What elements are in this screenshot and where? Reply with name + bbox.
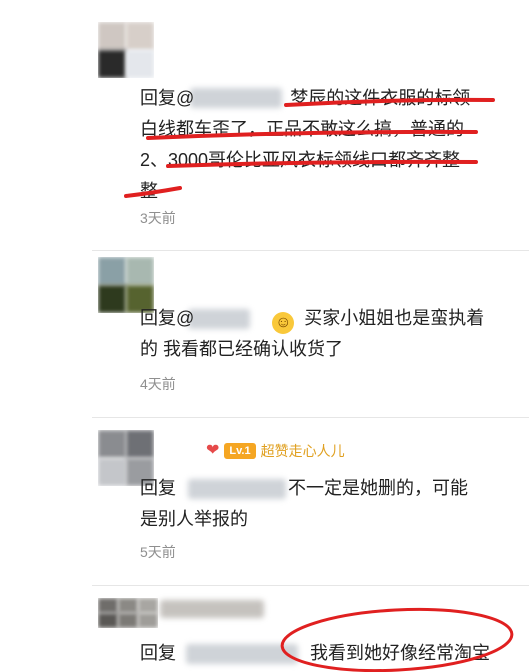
- reply-prefix: 回复@: [140, 88, 195, 108]
- badge-nickname: 超赞走心人儿: [260, 443, 345, 459]
- heart-icon: ❤: [206, 442, 220, 459]
- comment-line: 不一定是她删的，可能: [288, 478, 468, 498]
- comment-line: 买家小姐姐也是蛮执着: [304, 308, 485, 328]
- comment-text: 回复 我看到她好像经常淘宝: [140, 638, 510, 669]
- avatar[interactable]: [98, 598, 158, 628]
- comment-time: 3天前: [140, 210, 176, 226]
- user-badge: ❤ Lv.1 超赞走心人儿: [206, 441, 345, 461]
- smile-emoji-icon: ☺: [272, 312, 295, 334]
- comment-text: 回复@ ☺ 买家小姐姐也是蛮执着 的 我看都已经确认收货了: [140, 303, 510, 365]
- blurred-username: [160, 600, 264, 618]
- reply-prefix: 回复@: [140, 308, 195, 328]
- level-badge: Lv.1: [224, 443, 256, 459]
- reply-prefix: 回复: [140, 478, 176, 498]
- comment-line: 是别人举报的: [140, 509, 248, 529]
- comment-time: 5天前: [140, 544, 176, 560]
- comment-text: 回复@ 梦辰的这件衣服的标领 白线都车歪了，正品不敢这么搞，普通的 2、3000哥…: [140, 83, 510, 207]
- comment-line: 白线都车歪了，正品不敢这么搞，普通的: [140, 119, 464, 139]
- comment-line: 梦辰的这件衣服的标领: [290, 88, 471, 108]
- comment-line: 的 我看都已经确认收货了: [140, 339, 343, 359]
- comment-time: 4天前: [140, 376, 176, 392]
- divider: [92, 585, 529, 586]
- divider: [92, 250, 529, 251]
- comment-line: 整: [140, 181, 158, 201]
- divider: [92, 417, 529, 418]
- avatar[interactable]: [98, 22, 154, 78]
- reply-prefix: 回复: [140, 643, 176, 663]
- comment-text: 回复 不一定是她删的，可能 是别人举报的: [140, 473, 510, 535]
- comment-line: 2、3000哥伦比亚风衣标领线口都齐齐整: [140, 150, 461, 170]
- comment-line: 我看到她好像经常淘宝: [310, 643, 490, 663]
